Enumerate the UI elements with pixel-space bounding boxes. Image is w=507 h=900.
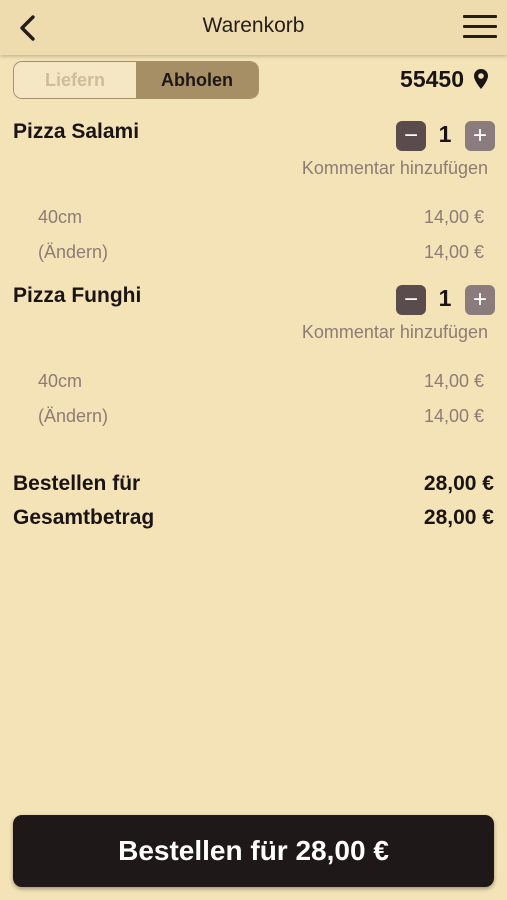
mode-option-abholen[interactable]: Abholen [136, 62, 258, 98]
page-title: Warenkorb [202, 14, 305, 37]
order-for-value: 28,00 € [423, 472, 494, 495]
increase-quantity-button[interactable]: + [465, 121, 495, 151]
mode-option-liefern[interactable]: Liefern [14, 62, 136, 98]
add-comment-link[interactable]: Kommentar hinzufügen [302, 322, 488, 343]
map-pin-icon[interactable] [473, 68, 489, 90]
minus-icon: − [403, 286, 418, 313]
minus-icon: − [403, 122, 418, 149]
item-name: Pizza Salami [13, 120, 140, 143]
delivery-mode-toggle: Liefern Abholen [13, 61, 259, 99]
total-label: Gesamtbetrag [13, 506, 155, 529]
item-quantity: 1 [438, 121, 452, 147]
increase-quantity-button[interactable]: + [465, 285, 495, 315]
plus-icon: + [472, 286, 487, 313]
hamburger-menu-icon[interactable] [463, 15, 497, 41]
change-item-link[interactable]: (Ändern) [38, 406, 108, 427]
order-for-label: Bestellen für [13, 472, 141, 495]
item-line-price: 14,00 € [423, 242, 484, 262]
cart-item: Pizza Salami − 1 + Kommentar hinzufügen … [0, 120, 507, 284]
item-size: 40cm [38, 207, 83, 227]
total-value: 28,00 € [423, 506, 494, 529]
cart-item: Pizza Funghi − 1 + Kommentar hinzufügen … [0, 284, 507, 448]
item-size-price: 14,00 € [423, 207, 484, 227]
item-quantity: 1 [438, 285, 452, 311]
item-name: Pizza Funghi [13, 284, 142, 307]
item-line-price: 14,00 € [423, 406, 484, 426]
decrease-quantity-button[interactable]: − [396, 285, 426, 315]
item-size-price: 14,00 € [423, 371, 484, 391]
decrease-quantity-button[interactable]: − [396, 121, 426, 151]
place-order-button[interactable]: Bestellen für 28,00 € [13, 815, 494, 887]
app-header: Warenkorb [0, 0, 507, 55]
plus-icon: + [472, 122, 487, 149]
item-size: 40cm [38, 371, 83, 391]
change-item-link[interactable]: (Ändern) [38, 242, 108, 263]
postal-code: 55450 [400, 66, 464, 92]
add-comment-link[interactable]: Kommentar hinzufügen [302, 158, 488, 179]
